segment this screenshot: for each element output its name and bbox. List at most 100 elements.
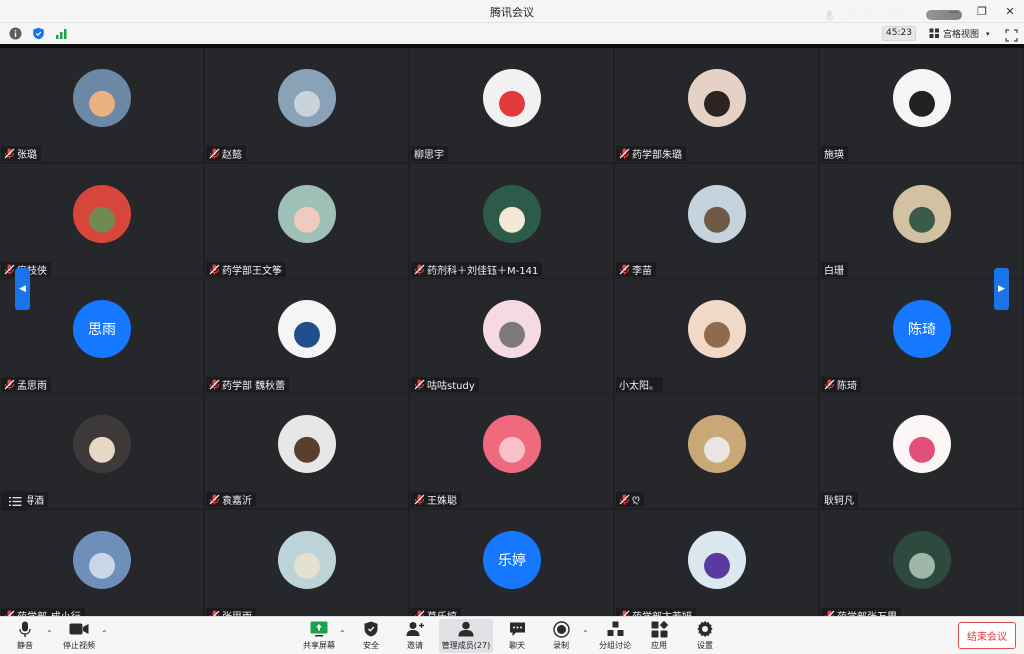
avatar [73, 531, 131, 589]
avatar [483, 415, 541, 473]
participant-tile[interactable]: 小太阳。 [615, 279, 818, 393]
participant-tile[interactable]: 药学部卞若妍 [615, 510, 818, 616]
participant-tile[interactable]: 柳思宇 [410, 48, 613, 162]
participant-name: 李苗 [632, 266, 652, 277]
chevron-up-icon: ⌃ [46, 629, 53, 638]
participant-nametag: 葛乐婷 [411, 608, 461, 616]
previous-page-button[interactable]: ◀ [15, 268, 30, 310]
participant-name: 张璐 [17, 150, 37, 161]
next-page-button[interactable]: ▶ [994, 268, 1009, 310]
breakout-rooms-button[interactable]: 分组讨论 [596, 619, 634, 653]
gear-icon [697, 621, 713, 637]
participant-tile[interactable]: 药学部 魏秋蕾 [205, 279, 408, 393]
muted-microphone-icon [209, 379, 220, 390]
participant-tile[interactable]: 王姝聪 [410, 394, 613, 508]
avatar [73, 415, 131, 473]
chat-button[interactable]: 聊天 [504, 619, 530, 653]
avatar [688, 415, 746, 473]
apps-button[interactable]: 应用 [646, 619, 672, 653]
invite-button[interactable]: 邀请 [402, 619, 428, 653]
avatar [483, 185, 541, 243]
view-mode-label: 宫格视图 [943, 30, 980, 40]
avatar [278, 300, 336, 358]
breakout-icon [607, 621, 623, 636]
participant-tile[interactable]: 药剂科＋刘佳钰＋M-141 [410, 164, 613, 278]
chevron-left-icon: ◀ [19, 284, 26, 294]
avatar [688, 300, 746, 358]
participant-tile[interactable]: 陈琦 陈琦 [820, 279, 1023, 393]
settings-button[interactable]: 设置 [692, 619, 718, 653]
speaker-blur-badge [925, 10, 962, 20]
participant-tile[interactable]: ღ [615, 394, 818, 508]
participant-tile[interactable]: 药学部-成小行 [0, 510, 203, 616]
participant-tile[interactable]: 山山得酒 [0, 394, 203, 508]
participant-nametag: 袁嘉沂 [206, 492, 256, 507]
participant-tile[interactable]: 药学部王文筝 [205, 164, 408, 278]
participant-tile[interactable]: 白珊 [820, 164, 1023, 278]
close-button[interactable]: ✕ [996, 0, 1024, 23]
apps-label: 应用 [651, 641, 667, 650]
participant-nametag: ღ [616, 492, 644, 507]
participant-tile[interactable]: 李苗 [615, 164, 818, 278]
avatar [688, 531, 746, 589]
record-button[interactable]: 录制 [548, 619, 574, 653]
stop-video-button[interactable]: 停止视频 [60, 619, 98, 653]
member-list-toggle[interactable] [3, 491, 27, 511]
view-mode-dropdown[interactable]: 宫格视图 ▾ [925, 26, 997, 41]
participant-tile[interactable]: 袁嘉沂 [205, 394, 408, 508]
record-label: 录制 [553, 641, 569, 650]
security-status-button[interactable] [31, 26, 45, 40]
share-options-button[interactable]: ⌃ [339, 629, 347, 638]
security-label: 安全 [363, 641, 379, 650]
network-status-button[interactable] [54, 26, 68, 40]
muted-microphone-icon [209, 494, 220, 505]
participant-name: 王姝聪 [427, 496, 457, 507]
participant-name: 小太阳。 [619, 381, 659, 392]
meeting-info-button[interactable] [8, 26, 22, 40]
participant-nametag: 药学部 魏秋蕾 [206, 377, 290, 392]
record-icon [552, 620, 570, 638]
participant-nametag: 药学部朱璐 [616, 146, 686, 161]
participant-tile[interactable]: 赵懿 [205, 48, 408, 162]
end-meeting-button[interactable]: 结束会议 [958, 622, 1016, 649]
participant-tile[interactable]: 张思雨 [205, 510, 408, 616]
participant-tile[interactable]: 药学部张万里 [820, 510, 1023, 616]
participant-tile[interactable]: 施瑛 [820, 48, 1023, 162]
participant-nametag: 药学部张万里 [821, 608, 901, 616]
participant-tile[interactable]: 席枝侠 [0, 164, 203, 278]
share-screen-button[interactable]: 共享屏幕 [300, 619, 338, 653]
participant-nametag: 王姝聪 [411, 492, 461, 507]
fullscreen-button[interactable] [1005, 27, 1019, 42]
participant-tile[interactable]: 乐婷葛乐婷 [410, 510, 613, 616]
restore-button[interactable]: ❐ [968, 0, 996, 23]
participant-name: 袁嘉沂 [222, 496, 252, 507]
avatar-initials: 思雨 [73, 300, 131, 358]
chevron-up-icon: ⌃ [582, 629, 589, 638]
record-options-button[interactable]: ⌃ [582, 629, 590, 638]
participant-tile[interactable]: 张璐 [0, 48, 203, 162]
participant-nametag: 张璐 [1, 146, 41, 161]
participant-tile[interactable]: 咕咕study [410, 279, 613, 393]
camera-icon [69, 623, 89, 635]
participant-tile[interactable]: 耿轲凡 [820, 394, 1023, 508]
manage-members-button[interactable]: 管理成员(27) [439, 619, 493, 653]
participant-name: 药剂科＋刘佳钰＋M-141 [427, 266, 539, 277]
muted-microphone-icon [209, 148, 220, 159]
participant-name: 施瑛 [824, 150, 844, 161]
microphone-icon [19, 621, 31, 637]
participant-tile[interactable]: 药学部朱璐 [615, 48, 818, 162]
mute-button[interactable]: 静音 [12, 619, 38, 653]
restore-icon: ❐ [977, 5, 987, 18]
participant-tile[interactable]: 思雨 孟思雨 [0, 279, 203, 393]
participant-nametag: 陈琦 [821, 377, 861, 392]
participant-nametag: 赵懿 [206, 146, 246, 161]
avatar [893, 531, 951, 589]
chevron-down-icon: ▾ [986, 29, 990, 38]
video-options-button[interactable]: ⌃ [101, 629, 109, 638]
security-button[interactable]: 安全 [358, 619, 384, 653]
participant-name: ღ [632, 494, 640, 505]
muted-microphone-icon [414, 494, 425, 505]
add-user-icon [406, 622, 424, 636]
audio-options-button[interactable]: ⌃ [46, 629, 54, 638]
avatar [893, 185, 951, 243]
